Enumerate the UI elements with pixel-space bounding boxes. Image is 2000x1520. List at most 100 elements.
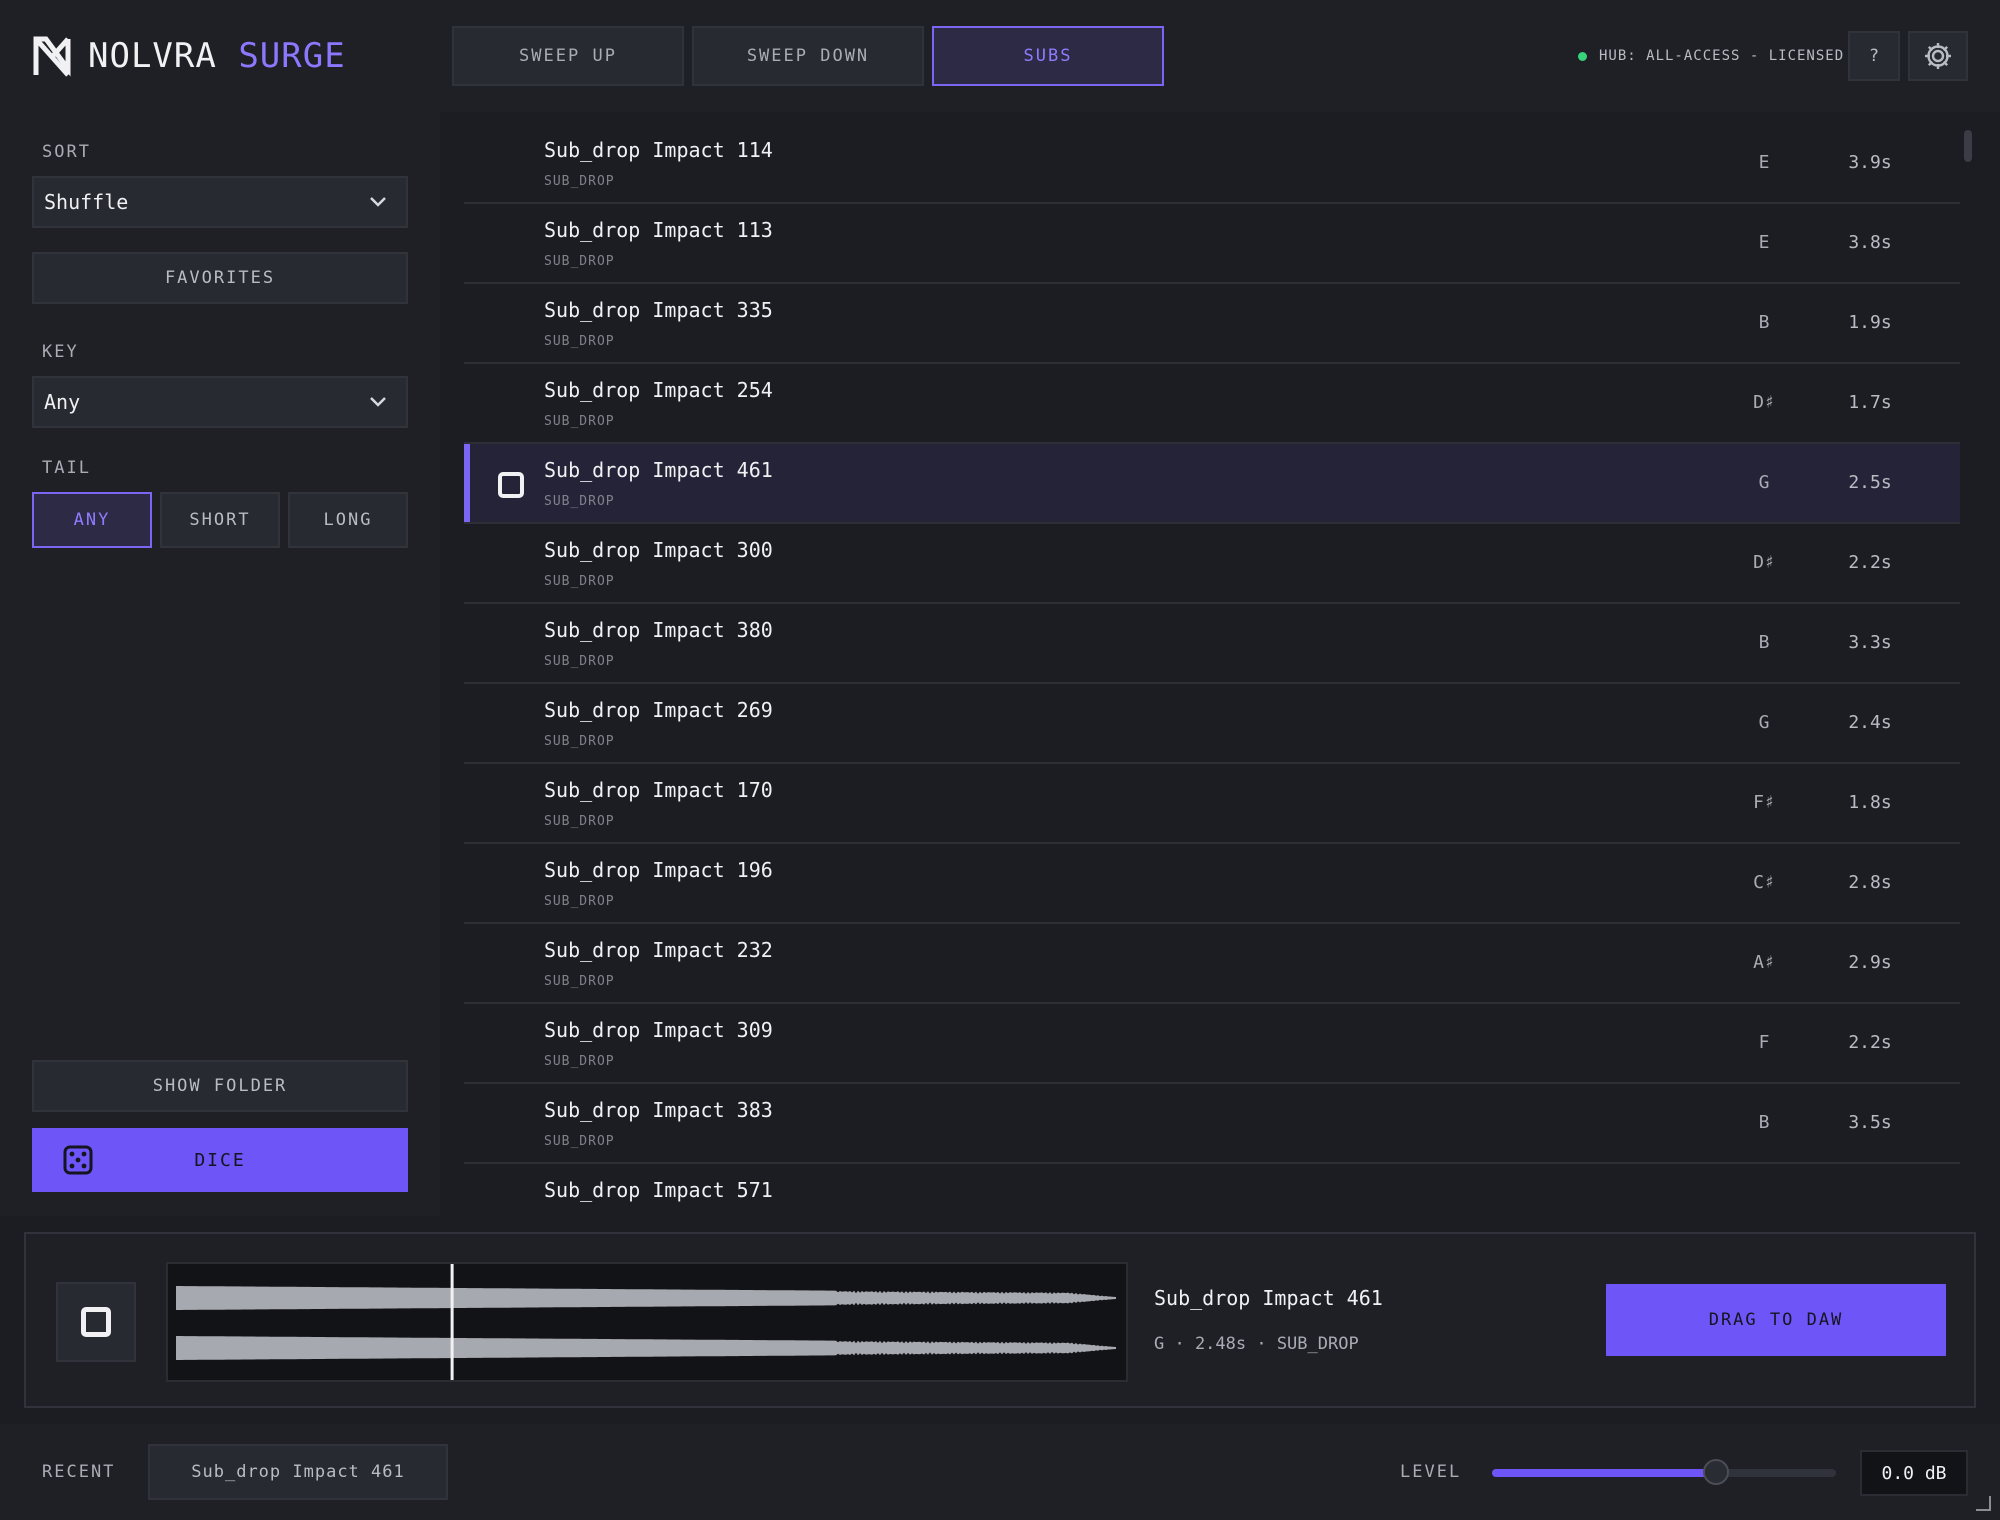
sample-key: B: [1758, 1112, 1770, 1133]
tab-subs[interactable]: SUBS: [932, 26, 1164, 86]
sample-category: SUB_DROP: [544, 174, 615, 189]
sample-key: A♯: [1753, 952, 1775, 973]
dice-icon: [63, 1145, 93, 1175]
recent-item[interactable]: Sub_drop Impact 461: [148, 1444, 448, 1500]
sort-select[interactable]: Shuffle: [32, 176, 408, 228]
tab-sweep-down[interactable]: SWEEP DOWN: [692, 26, 924, 86]
stop-icon: [81, 1307, 111, 1337]
stop-icon[interactable]: [498, 472, 524, 498]
sample-duration: 3.5s: [1848, 1112, 1892, 1133]
level-label: LEVEL: [1400, 1462, 1462, 1482]
tail-any-button[interactable]: ANY: [32, 492, 152, 548]
waveform[interactable]: [166, 1262, 1128, 1382]
sample-duration: 2.5s: [1848, 472, 1892, 493]
list-item[interactable]: Sub_drop Impact 114 SUB_DROP E 3.9s: [464, 124, 1960, 204]
sample-duration: 2.8s: [1848, 872, 1892, 893]
list-scrollbar[interactable]: [1964, 130, 1972, 162]
list-item[interactable]: Sub_drop Impact 383 SUB_DROP B 3.5s: [464, 1084, 1960, 1164]
sort-value: Shuffle: [44, 190, 129, 214]
sample-category: SUB_DROP: [544, 334, 615, 349]
sample-key: C♯: [1753, 872, 1775, 893]
sample-name: Sub_drop Impact 383: [544, 1098, 773, 1122]
favorites-button[interactable]: FAVORITES: [32, 252, 408, 304]
sample-key: B: [1758, 632, 1770, 653]
playhead[interactable]: [450, 1264, 454, 1380]
list-item[interactable]: Sub_drop Impact 461 SUB_DROP G 2.5s: [464, 444, 1960, 524]
list-item[interactable]: Sub_drop Impact 269 SUB_DROP G 2.4s: [464, 684, 1960, 764]
sample-name: Sub_drop Impact 309: [544, 1018, 773, 1042]
sample-category: SUB_DROP: [544, 894, 615, 909]
list-item[interactable]: Sub_drop Impact 335 SUB_DROP B 1.9s: [464, 284, 1960, 364]
dice-button[interactable]: DICE: [32, 1128, 408, 1192]
list-item[interactable]: Sub_drop Impact 571: [464, 1164, 1960, 1216]
app-window: NOLVRA SURGE SWEEP UP SWEEP DOWN SUBS HU…: [0, 0, 2000, 1520]
sample-key: G: [1758, 712, 1770, 733]
sample-duration: 1.9s: [1848, 312, 1892, 333]
waveform-channel: [176, 1336, 1116, 1360]
sample-duration: 1.8s: [1848, 792, 1892, 813]
key-value: Any: [44, 390, 81, 414]
license-text: HUB: ALL-ACCESS - LICENSED: [1599, 48, 1845, 64]
sample-list[interactable]: Sub_drop Impact 114 SUB_DROP E 3.9s Sub_drop…: [464, 124, 1960, 1216]
sample-key: D♯: [1753, 392, 1775, 413]
sample-name: Sub_drop Impact 269: [544, 698, 773, 722]
player-panel: Sub_drop Impact 461 G · 2.48s · SUB_DROP…: [24, 1232, 1976, 1408]
sample-name: Sub_drop Impact 232: [544, 938, 773, 962]
tail-long-button[interactable]: LONG: [288, 492, 408, 548]
sample-category: SUB_DROP: [544, 254, 615, 269]
sample-name: Sub_drop Impact 571: [544, 1178, 773, 1202]
gear-icon: [1925, 43, 1951, 69]
header: NOLVRA SURGE SWEEP UP SWEEP DOWN SUBS HU…: [0, 0, 2000, 112]
chevron-down-icon: [370, 397, 386, 407]
sample-category: SUB_DROP: [544, 1054, 615, 1069]
list-item[interactable]: Sub_drop Impact 170 SUB_DROP F♯ 1.8s: [464, 764, 1960, 844]
sample-key: F: [1758, 1032, 1770, 1053]
sidebar: SORT Shuffle FAVORITES KEY Any TAIL ANY …: [0, 112, 440, 1216]
chevron-down-icon: [370, 197, 386, 207]
level-slider[interactable]: [1492, 1459, 1836, 1485]
logo-icon: [33, 36, 71, 77]
drag-to-daw-button[interactable]: DRAG TO DAW: [1606, 1284, 1946, 1356]
show-folder-button[interactable]: SHOW FOLDER: [32, 1060, 408, 1112]
tab-sweep-up[interactable]: SWEEP UP: [452, 26, 684, 86]
list-item[interactable]: Sub_drop Impact 232 SUB_DROP A♯ 2.9s: [464, 924, 1960, 1004]
sample-category: SUB_DROP: [544, 414, 615, 429]
list-item[interactable]: Sub_drop Impact 300 SUB_DROP D♯ 2.2s: [464, 524, 1960, 604]
key-select[interactable]: Any: [32, 376, 408, 428]
level-readout: 0.0 dB: [1860, 1450, 1968, 1496]
stop-button[interactable]: [56, 1282, 136, 1362]
sample-category: SUB_DROP: [544, 974, 615, 989]
sample-category: SUB_DROP: [544, 1134, 615, 1149]
recent-label: RECENT: [42, 1462, 116, 1482]
footer: RECENT Sub_drop Impact 461 LEVEL 0.0 dB: [0, 1424, 2000, 1520]
sample-name: Sub_drop Impact 380: [544, 618, 773, 642]
now-playing-meta: G · 2.48s · SUB_DROP: [1154, 1334, 1359, 1354]
sample-category: SUB_DROP: [544, 654, 615, 669]
sample-duration: 3.9s: [1848, 152, 1892, 173]
sample-name: Sub_drop Impact 113: [544, 218, 773, 242]
sample-key: B: [1758, 312, 1770, 333]
sample-duration: 2.2s: [1848, 552, 1892, 573]
sample-duration: 2.4s: [1848, 712, 1892, 733]
sample-name: Sub_drop Impact 170: [544, 778, 773, 802]
sample-name: Sub_drop Impact 300: [544, 538, 773, 562]
sample-category: SUB_DROP: [544, 574, 615, 589]
list-item[interactable]: Sub_drop Impact 113 SUB_DROP E 3.8s: [464, 204, 1960, 284]
sample-duration: 2.9s: [1848, 952, 1892, 973]
resize-grip-icon[interactable]: [1974, 1494, 1992, 1512]
sample-duration: 3.3s: [1848, 632, 1892, 653]
list-item[interactable]: Sub_drop Impact 254 SUB_DROP D♯ 1.7s: [464, 364, 1960, 444]
help-button[interactable]: ?: [1848, 31, 1900, 81]
tail-label: TAIL: [42, 458, 91, 478]
list-item[interactable]: Sub_drop Impact 380 SUB_DROP B 3.3s: [464, 604, 1960, 684]
settings-button[interactable]: [1908, 31, 1968, 81]
list-item[interactable]: Sub_drop Impact 309 SUB_DROP F 2.2s: [464, 1004, 1960, 1084]
sample-key: F♯: [1753, 792, 1775, 813]
tail-short-button[interactable]: SHORT: [160, 492, 280, 548]
list-item[interactable]: Sub_drop Impact 196 SUB_DROP C♯ 2.8s: [464, 844, 1960, 924]
license-status: HUB: ALL-ACCESS - LICENSED: [1578, 46, 1844, 66]
level-slider-thumb[interactable]: [1702, 1459, 1729, 1485]
dice-label: DICE: [194, 1149, 246, 1171]
logo: NOLVRA SURGE: [32, 34, 346, 78]
sample-name: Sub_drop Impact 196: [544, 858, 773, 882]
